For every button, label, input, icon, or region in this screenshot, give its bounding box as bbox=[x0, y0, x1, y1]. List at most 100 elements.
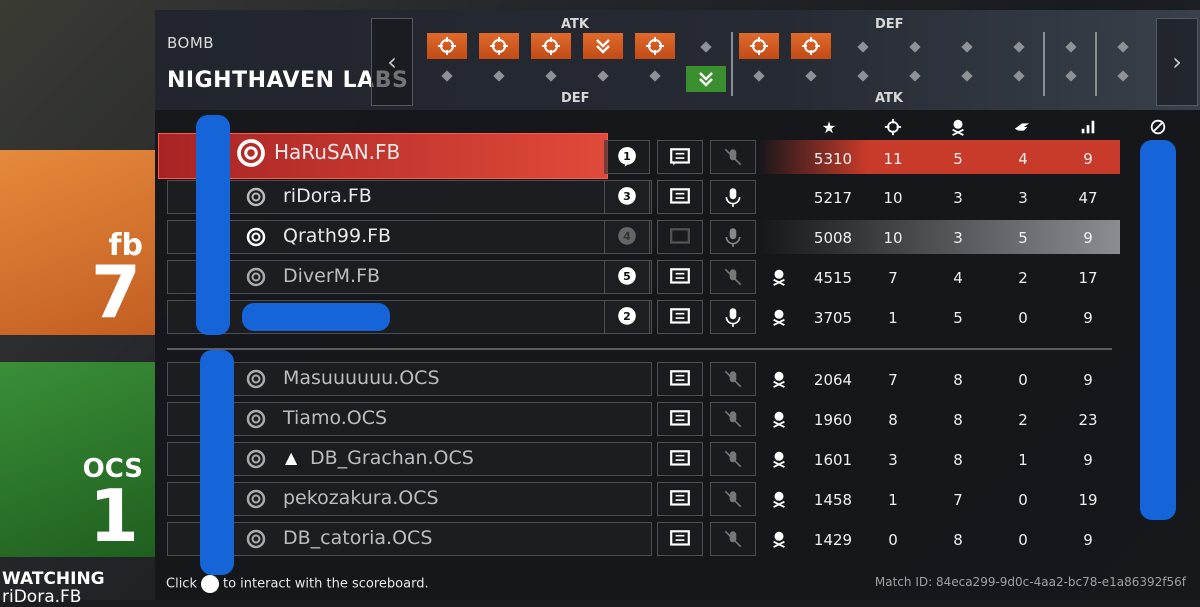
player-deaths: 8 bbox=[953, 411, 963, 429]
uplay-logo-icon bbox=[246, 449, 266, 469]
redaction-mark bbox=[242, 303, 390, 331]
player-assists: 0 bbox=[1018, 371, 1028, 389]
player-ping: 19 bbox=[1078, 491, 1098, 509]
chat-button[interactable] bbox=[657, 482, 703, 516]
team-divider bbox=[167, 348, 1112, 350]
redaction-mark bbox=[196, 115, 230, 335]
player-kills: 7 bbox=[888, 269, 898, 287]
player-deaths: 3 bbox=[953, 229, 963, 247]
player-ping: 47 bbox=[1078, 189, 1098, 207]
player-ping: 9 bbox=[1083, 309, 1093, 327]
player-kills: 8 bbox=[888, 411, 898, 429]
voice-muted-button[interactable] bbox=[710, 260, 756, 294]
death-skull-icon bbox=[773, 309, 785, 326]
player-ping: 9 bbox=[1083, 531, 1093, 549]
player-ping: 9 bbox=[1083, 371, 1093, 389]
chat-button[interactable] bbox=[657, 402, 703, 436]
player-kills: 10 bbox=[883, 189, 903, 207]
player-name-box[interactable] bbox=[167, 402, 652, 436]
mute-toggle-icon[interactable] bbox=[1146, 118, 1170, 136]
player-score: 4515 bbox=[813, 269, 853, 287]
uplay-logo-icon bbox=[246, 529, 266, 549]
player-name-box[interactable] bbox=[167, 260, 652, 294]
chat-button[interactable] bbox=[657, 180, 703, 214]
player-ping: 17 bbox=[1078, 269, 1098, 287]
player-ping: 9 bbox=[1083, 229, 1093, 247]
player-score: 1458 bbox=[813, 491, 853, 509]
round-4-defuse-icon bbox=[583, 33, 623, 59]
voice-button[interactable] bbox=[710, 180, 756, 214]
player-name: DiverM.FB bbox=[283, 265, 381, 287]
player-badge: 3 bbox=[604, 180, 650, 214]
player-deaths: 8 bbox=[953, 531, 963, 549]
voice-muted-button[interactable] bbox=[710, 482, 756, 516]
player-deaths: 8 bbox=[953, 451, 963, 469]
death-skull-icon bbox=[773, 451, 785, 468]
team2-score-panel: OCS 1 bbox=[0, 362, 155, 558]
player-name: DB_Grachan.OCS bbox=[310, 447, 474, 469]
player-assists: 1 bbox=[1018, 451, 1028, 469]
chat-button[interactable] bbox=[657, 220, 703, 254]
player-assists: 0 bbox=[1018, 491, 1028, 509]
voice-muted-button[interactable] bbox=[710, 522, 756, 556]
ping-bars-icon bbox=[1076, 118, 1100, 136]
crosshair-icon bbox=[881, 118, 905, 136]
chat-button[interactable] bbox=[657, 362, 703, 396]
mouse-icon bbox=[200, 575, 219, 593]
player-name: riDora.FB bbox=[283, 185, 372, 207]
death-skull-icon bbox=[773, 411, 785, 428]
game-mode: BOMB bbox=[167, 34, 215, 52]
player-score: 1601 bbox=[813, 451, 853, 469]
player-kills: 11 bbox=[883, 150, 903, 168]
attack-side-label: ATK bbox=[561, 17, 589, 32]
chat-button[interactable] bbox=[657, 442, 703, 476]
player-name: DB_catoria.OCS bbox=[283, 527, 433, 549]
team1-score-panel: fb 7 bbox=[0, 150, 155, 335]
match-id: Match ID: 84eca299-9d0c-4aa2-bc78-e1a863… bbox=[874, 575, 1186, 589]
voice-muted-button[interactable] bbox=[710, 442, 756, 476]
player-name-box[interactable] bbox=[167, 220, 652, 254]
chat-button[interactable] bbox=[657, 300, 703, 334]
chat-button[interactable] bbox=[657, 260, 703, 294]
player-assists: 2 bbox=[1018, 411, 1028, 429]
player-name-box[interactable] bbox=[167, 300, 652, 334]
player-kills: 0 bbox=[888, 531, 898, 549]
player-name-box[interactable] bbox=[167, 180, 652, 214]
player-kills: 1 bbox=[888, 491, 898, 509]
player-deaths: 5 bbox=[953, 150, 963, 168]
chat-button[interactable] bbox=[657, 140, 703, 174]
death-skull-icon bbox=[773, 371, 785, 388]
player-score: 1429 bbox=[813, 531, 853, 549]
voice-muted-button[interactable] bbox=[710, 362, 756, 396]
player-score: 5310 bbox=[813, 150, 853, 168]
defense-side-label-right: DEF bbox=[875, 17, 904, 32]
uplay-logo-icon bbox=[246, 227, 266, 247]
round-7-win-icon bbox=[739, 33, 779, 59]
uplay-logo-icon bbox=[246, 369, 266, 389]
player-kills: 1 bbox=[888, 309, 898, 327]
player-assists: 0 bbox=[1018, 531, 1028, 549]
player-name: pekozakura.OCS bbox=[283, 487, 439, 509]
player-deaths: 5 bbox=[953, 309, 963, 327]
player-assists: 3 bbox=[1018, 189, 1028, 207]
voice-button[interactable] bbox=[710, 220, 756, 254]
round-5-win-icon bbox=[635, 33, 675, 59]
player-score: 1960 bbox=[813, 411, 853, 429]
uplay-logo-icon bbox=[246, 489, 266, 509]
player-kills: 7 bbox=[888, 371, 898, 389]
next-round-button[interactable]: › bbox=[1156, 18, 1198, 106]
voice-button[interactable] bbox=[710, 300, 756, 334]
voice-muted-button[interactable] bbox=[710, 402, 756, 436]
prev-round-button[interactable]: ‹ bbox=[371, 18, 413, 106]
player-badge: 1 bbox=[604, 140, 650, 174]
player-ping: 9 bbox=[1083, 451, 1093, 469]
player-score: 5217 bbox=[813, 189, 853, 207]
uplay-logo-icon bbox=[237, 139, 265, 167]
player-badge: 5 bbox=[604, 260, 650, 294]
half-divider bbox=[731, 32, 733, 96]
chat-button[interactable] bbox=[657, 522, 703, 556]
assist-hand-icon bbox=[1010, 118, 1034, 136]
attack-side-label-right: ATK bbox=[875, 91, 903, 106]
player-score: 5008 bbox=[813, 229, 853, 247]
voice-muted-button[interactable] bbox=[710, 140, 756, 174]
